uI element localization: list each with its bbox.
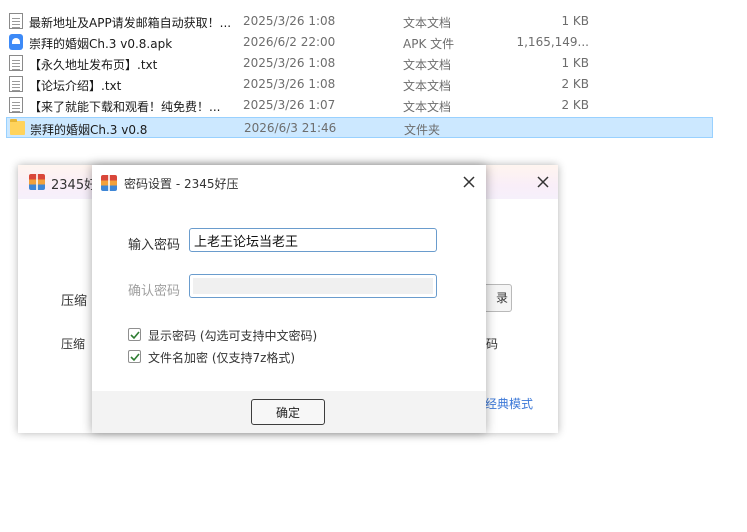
text-file-icon	[9, 97, 23, 113]
file-row[interactable]: 崇拜的婚姻Ch.3 v0.8.apk 2026/6/2 22:00 APK 文件…	[6, 32, 713, 53]
main-window-close-button[interactable]	[535, 174, 551, 190]
close-icon	[463, 176, 475, 188]
text-file-icon	[9, 76, 23, 92]
folder-icon	[10, 119, 25, 135]
file-size: 2 KB	[561, 77, 589, 91]
haozip-logo-icon	[101, 175, 117, 191]
file-size: 1 KB	[561, 56, 589, 70]
confirm-password-label: 确认密码	[128, 284, 181, 299]
password-dialog-title: 密码设置 - 2345好压	[124, 177, 239, 191]
file-date: 2026/6/2 22:00	[243, 35, 336, 49]
file-type: 文本文档	[403, 100, 452, 114]
file-date: 2025/3/26 1:08	[243, 77, 336, 91]
password-settings-dialog: 密码设置 - 2345好压 输入密码 确认密码 显示密码 (勾选可支持中文密码)…	[92, 165, 486, 433]
file-type: 文本文档	[403, 58, 452, 72]
compress-method-label: 压缩	[61, 337, 86, 351]
password-dialog-titlebar: 密码设置 - 2345好压	[92, 165, 486, 201]
dialog-footer: 确定	[92, 391, 486, 433]
file-date: 2025/3/26 1:08	[243, 56, 336, 70]
file-name: 崇拜的婚姻Ch.3 v0.8	[30, 123, 148, 137]
file-name: 【论坛介绍】.txt	[29, 79, 122, 93]
confirm-password-disabled-fill	[193, 278, 433, 294]
file-type: APK 文件	[403, 37, 455, 51]
file-date: 2026/6/3 21:46	[244, 121, 337, 135]
apk-file-icon	[9, 34, 23, 50]
file-name: 最新地址及APP请发邮箱自动获取！...	[29, 16, 232, 30]
checkmark-icon	[130, 331, 140, 340]
compress-path-label: 压缩	[61, 294, 88, 309]
password-dialog-close-button[interactable]	[461, 174, 477, 190]
file-row[interactable]: 【来了就能下载和观看！纯免费！... 2025/3/26 1:07 文本文档 2…	[6, 95, 713, 116]
file-row[interactable]: 【永久地址发布页】.txt 2025/3/26 1:08 文本文档 1 KB	[6, 53, 713, 74]
ok-button[interactable]: 确定	[251, 399, 325, 425]
text-file-icon	[9, 55, 23, 71]
close-icon	[537, 176, 549, 188]
password-link-fragment[interactable]: 码	[486, 335, 498, 352]
file-type: 文本文档	[403, 16, 452, 30]
file-name: 【永久地址发布页】.txt	[29, 58, 158, 72]
classic-mode-link[interactable]: 经典模式	[485, 395, 533, 412]
encrypt-filenames-checkbox[interactable]	[128, 350, 141, 363]
file-size: 2 KB	[561, 98, 589, 112]
password-label: 输入密码	[128, 238, 181, 253]
file-size: 1,165,149...	[516, 35, 589, 49]
show-password-label: 显示密码 (勾选可支持中文密码)	[148, 329, 318, 343]
file-size: 1 KB	[561, 14, 589, 28]
file-row-selected[interactable]: 崇拜的婚姻Ch.3 v0.8 2026/6/3 21:46 文件夹	[6, 117, 713, 138]
file-name: 【来了就能下载和观看！纯免费！...	[29, 100, 221, 114]
text-file-icon	[9, 13, 23, 29]
file-date: 2025/3/26 1:07	[243, 98, 336, 112]
haozip-logo-icon	[29, 174, 45, 190]
file-type: 文本文档	[403, 79, 452, 93]
file-date: 2025/3/26 1:08	[243, 14, 336, 28]
file-row[interactable]: 最新地址及APP请发邮箱自动获取！... 2025/3/26 1:08 文本文档…	[6, 11, 713, 32]
file-name: 崇拜的婚姻Ch.3 v0.8.apk	[29, 37, 173, 51]
show-password-checkbox[interactable]	[128, 328, 141, 341]
encrypt-filenames-label: 文件名加密 (仅支持7z格式)	[148, 351, 296, 365]
checkmark-icon	[130, 353, 140, 362]
file-type: 文件夹	[404, 123, 441, 137]
file-row[interactable]: 【论坛介绍】.txt 2025/3/26 1:08 文本文档 2 KB	[6, 74, 713, 95]
password-input[interactable]	[189, 228, 437, 252]
confirm-password-input[interactable]	[189, 274, 437, 298]
